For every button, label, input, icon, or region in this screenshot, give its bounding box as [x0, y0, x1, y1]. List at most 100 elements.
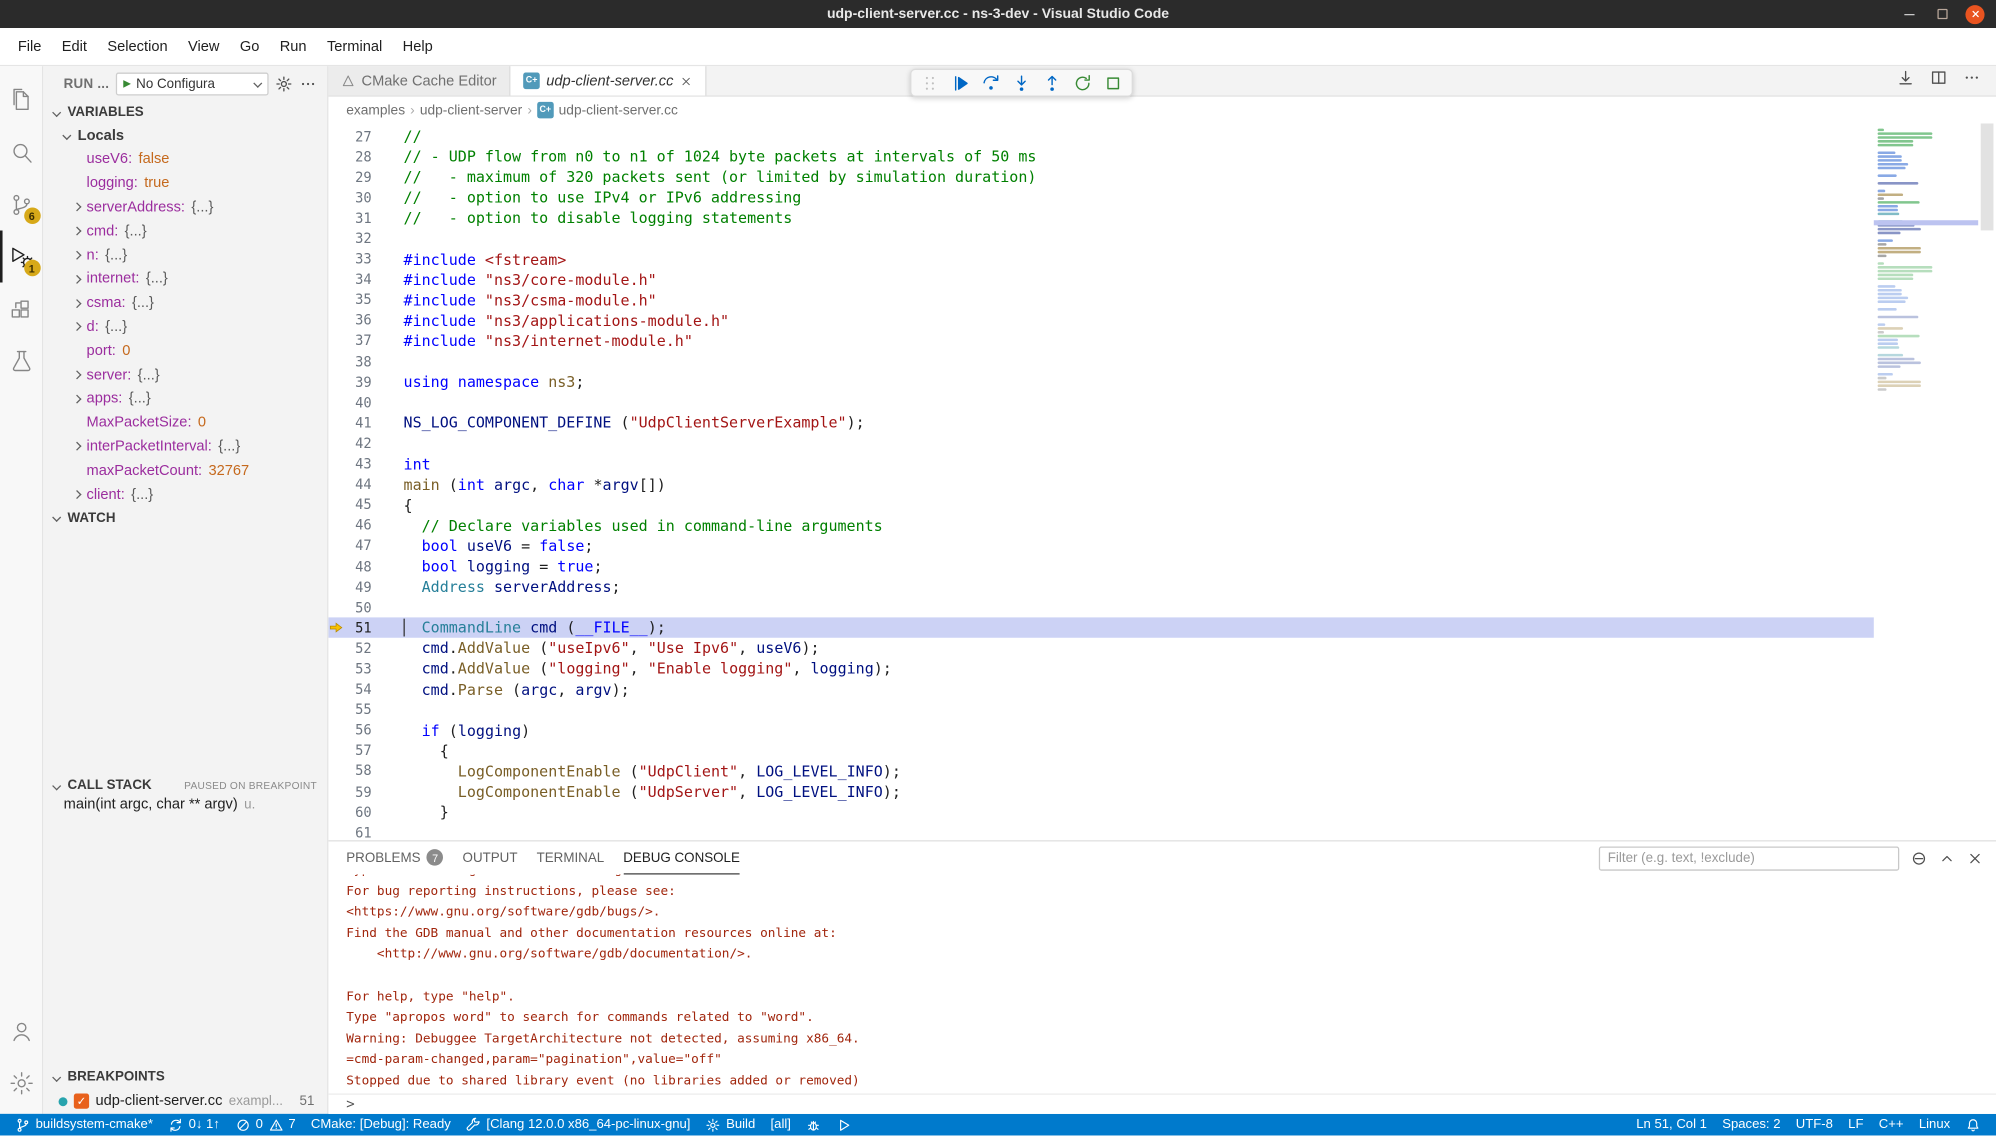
code-line[interactable]: 35#include "ns3/csma-module.h" [328, 290, 1873, 310]
debug-config-dropdown[interactable]: ▶ No Configura [116, 72, 269, 95]
stack-frame[interactable]: main(int argc, char ** argv)u. [43, 797, 327, 820]
status-end-of-line[interactable]: LF [1841, 1114, 1872, 1136]
line-number[interactable]: 29 [344, 169, 372, 186]
code-line[interactable]: 51 CommandLine cmd (__FILE__); [328, 618, 1873, 638]
variable-row[interactable]: maxPacketCount:32767 [43, 459, 327, 483]
code-line[interactable]: 38 [328, 351, 1873, 371]
line-number[interactable]: 59 [344, 784, 372, 801]
step-out-button[interactable] [1043, 73, 1062, 92]
variable-row[interactable]: server:{...} [43, 363, 327, 387]
status-cmake-build-target[interactable]: [all] [763, 1114, 799, 1136]
scrollbar-thumb[interactable] [1981, 123, 1994, 230]
activity-explorer[interactable] [0, 74, 43, 126]
code-line[interactable]: 46 // Declare variables used in command-… [328, 515, 1873, 535]
split-editor-icon[interactable] [1930, 69, 1948, 93]
code-line[interactable]: 47 bool useV6 = false; [328, 536, 1873, 556]
code-line[interactable]: 33#include <fstream> [328, 249, 1873, 269]
variable-row[interactable]: cmd:{...} [43, 219, 327, 243]
activity-testing[interactable] [0, 335, 43, 387]
line-number[interactable]: 31 [344, 210, 372, 227]
breadcrumb-item[interactable]: udp-client-server [420, 102, 522, 117]
clear-console-icon[interactable] [1911, 850, 1928, 867]
line-number[interactable]: 49 [344, 579, 372, 596]
call-stack-section-header[interactable]: CALL STACK PAUSED ON BREAKPOINT [43, 775, 327, 798]
line-number[interactable]: 35 [344, 292, 372, 309]
status-language-mode[interactable]: C++ [1871, 1114, 1911, 1136]
line-number[interactable]: 37 [344, 333, 372, 350]
close-panel-icon[interactable] [1967, 850, 1984, 867]
code-line[interactable]: 37#include "ns3/internet-module.h" [328, 331, 1873, 351]
line-number[interactable]: 39 [344, 374, 372, 391]
menu-selection[interactable]: Selection [97, 34, 178, 59]
stop-button[interactable] [1104, 73, 1123, 92]
activity-settings[interactable] [0, 1057, 43, 1109]
code-line[interactable]: 36#include "ns3/applications-module.h" [328, 310, 1873, 330]
activity-extensions[interactable] [0, 283, 43, 335]
status-os[interactable]: Linux [1911, 1114, 1958, 1136]
minimize-button[interactable] [1899, 4, 1918, 23]
status-cursor-position[interactable]: Ln 51, Col 1 [1629, 1114, 1715, 1136]
code-line[interactable]: 50 [328, 597, 1873, 617]
line-number[interactable]: 32 [344, 230, 372, 247]
code-line[interactable]: 30// - option to use IPv4 or IPv6 addres… [328, 187, 1873, 207]
status-encoding[interactable]: UTF-8 [1788, 1114, 1840, 1136]
drag-handle-icon[interactable] [920, 73, 939, 92]
debug-more-actions-icon[interactable] [299, 74, 317, 92]
menu-view[interactable]: View [178, 34, 230, 59]
status-notifications[interactable] [1958, 1114, 1989, 1136]
variable-row[interactable]: serverAddress:{...} [43, 196, 327, 220]
line-number[interactable]: 38 [344, 353, 372, 370]
line-number[interactable]: 33 [344, 251, 372, 268]
line-number[interactable]: 40 [344, 394, 372, 411]
activity-accounts[interactable] [0, 1004, 43, 1056]
breadcrumb-item[interactable]: examples [346, 102, 405, 117]
status-cmake-build[interactable]: Build [698, 1114, 763, 1136]
breakpoint-checkbox[interactable]: ✓ [74, 1093, 89, 1108]
editor-tab[interactable]: CMake Cache Editor [328, 66, 510, 95]
code-line[interactable]: 57 { [328, 741, 1873, 761]
panel-tab-output[interactable]: OUTPUT [463, 841, 518, 874]
close-tab-icon[interactable] [680, 74, 693, 87]
code-line[interactable]: 32 [328, 228, 1873, 248]
line-number[interactable]: 27 [344, 128, 372, 145]
code-line[interactable]: 41NS_LOG_COMPONENT_DEFINE ("UdpClientSer… [328, 413, 1873, 433]
code-line[interactable]: 56 if (logging) [328, 720, 1873, 740]
status-git-branch[interactable]: buildsystem-cmake* [8, 1114, 161, 1136]
code-line[interactable]: 42 [328, 433, 1873, 453]
watch-section-header[interactable]: WATCH [43, 507, 327, 530]
line-number[interactable]: 44 [344, 476, 372, 493]
code-line[interactable]: 31// - option to disable logging stateme… [328, 208, 1873, 228]
line-number[interactable]: 53 [344, 661, 372, 678]
line-number[interactable]: 57 [344, 743, 372, 760]
more-actions-icon[interactable] [1963, 69, 1981, 93]
line-number[interactable]: 60 [344, 804, 372, 821]
step-over-button[interactable] [981, 73, 1000, 92]
status-sync-changes[interactable]: 0↓ 1↑ [161, 1114, 228, 1136]
maximize-panel-icon[interactable] [1939, 850, 1956, 867]
panel-tab-terminal[interactable]: TERMINAL [537, 841, 605, 874]
editor-tab[interactable]: C+udp-client-server.cc [511, 66, 707, 95]
line-number[interactable]: 42 [344, 435, 372, 452]
debug-console-input[interactable]: > [328, 1093, 1996, 1113]
code-line[interactable]: 43int [328, 454, 1873, 474]
variable-row[interactable]: client:{...} [43, 483, 327, 507]
code-line[interactable]: 53 cmd.AddValue ("logging", "Enable logg… [328, 659, 1873, 679]
code-line[interactable]: 60 } [328, 802, 1873, 822]
line-number[interactable]: 28 [344, 148, 372, 165]
code-line[interactable]: 45{ [328, 495, 1873, 515]
menu-file[interactable]: File [8, 34, 52, 59]
code-line[interactable]: 49 Address serverAddress; [328, 577, 1873, 597]
code-line[interactable]: 52 cmd.AddValue ("useIpv6", "Use Ipv6", … [328, 638, 1873, 658]
code-line[interactable]: 40 [328, 392, 1873, 412]
variable-row[interactable]: MaxPacketSize:0 [43, 411, 327, 435]
activity-run-and-debug[interactable]: 1 [0, 230, 43, 282]
line-number[interactable]: 36 [344, 312, 372, 329]
continue-button[interactable] [951, 73, 970, 92]
code-editor[interactable]: 27//28// - UDP flow from n0 to n1 of 102… [328, 123, 1996, 840]
line-number[interactable]: 41 [344, 415, 372, 432]
menu-help[interactable]: Help [392, 34, 442, 59]
variable-row[interactable]: interPacketInterval:{...} [43, 435, 327, 459]
variables-scope-locals[interactable]: Locals [43, 123, 327, 147]
status-cmake-launch[interactable] [829, 1114, 860, 1136]
menu-terminal[interactable]: Terminal [317, 34, 393, 59]
